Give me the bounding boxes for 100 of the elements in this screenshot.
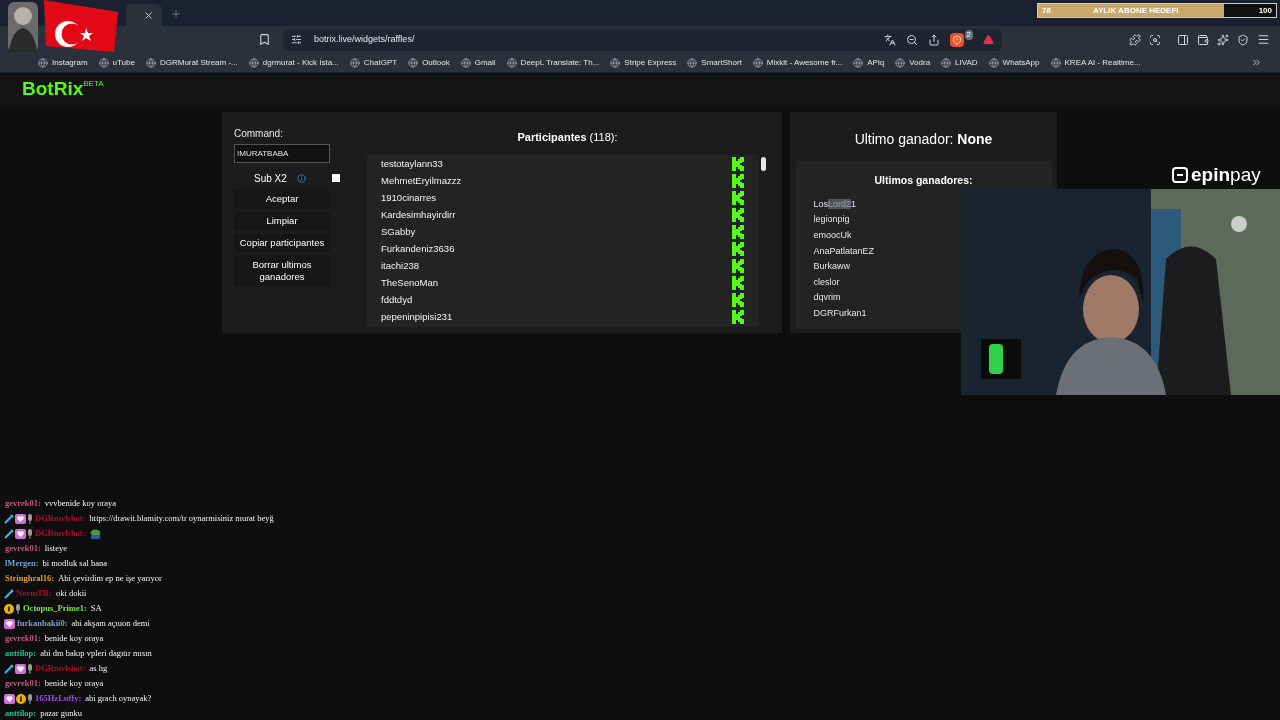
chat-message: SA (90, 602, 102, 615)
extensions-icon[interactable] (1129, 33, 1141, 46)
participant-name: Furkandeniz3636 (381, 243, 455, 255)
bookmark-favicon-icon (408, 57, 419, 68)
winner-name: cleslor (813, 275, 841, 289)
bookmark-link[interactable]: Instagram (52, 56, 88, 69)
chat-message: https://drawit.blamity.com/tr oynarmisiniz murat beyğ (89, 512, 274, 525)
bookmark-favicon-icon (349, 57, 360, 68)
bookmark-favicon-icon (687, 57, 698, 68)
app-logo[interactable]: BotRix (22, 74, 84, 104)
bookmark-link[interactable]: APiq (867, 56, 885, 69)
action-button[interactable]: Aceptar (234, 190, 330, 208)
bookmark-link[interactable]: DGRMurat Stream -... (159, 56, 238, 69)
chat-username[interactable]: gevrek01: (5, 677, 41, 690)
kick-icon (732, 293, 745, 307)
bookmark-link[interactable]: Gmail (474, 56, 496, 69)
command-label: Command: (234, 127, 284, 141)
participants-title: Participantes (118): (517, 130, 618, 145)
bookmark-favicon-icon (941, 57, 952, 68)
goal-target: 100 (1258, 4, 1272, 17)
vpn-icon[interactable] (1237, 33, 1249, 46)
chat-message: abi akşam açıuon demi (71, 617, 150, 630)
chat-message: benide koy oraya (44, 677, 104, 690)
goal-label: AYLIK ABONE HEDEFI (1092, 4, 1179, 17)
sub-x2-label: Sub X2 (254, 171, 287, 186)
bookmark-link[interactable]: ChatGPT (363, 56, 398, 69)
bookmark-link[interactable]: Stripe Express (624, 56, 677, 69)
chat-username[interactable]: 165HzLuffy: (35, 692, 82, 705)
chat-message: vvvbenide koy oraya (44, 497, 117, 510)
bookmark-link[interactable]: KREA AI - Realtime... (1064, 56, 1141, 69)
bookmark-icon[interactable] (258, 33, 271, 46)
menu-icon[interactable] (1257, 33, 1270, 46)
new-tab-icon[interactable] (170, 8, 182, 20)
chat-message: as hg (89, 662, 108, 675)
bookmark-favicon-icon (895, 57, 906, 68)
chat-message: listeye (44, 542, 67, 555)
bookmark-link[interactable]: uTube (112, 56, 135, 69)
bookmark-link[interactable]: Outlook (422, 56, 450, 69)
chat-message: pazar gunku (40, 707, 82, 720)
participant-name: itachi238 (381, 260, 420, 272)
zoom-out-icon[interactable] (905, 33, 918, 46)
chat-username[interactable]: gevrek01: (5, 542, 41, 555)
bookmark-link[interactable]: SmartShort (701, 56, 742, 69)
kick-icon (732, 191, 745, 205)
bookmark-link[interactable]: LIVAD (955, 56, 978, 69)
bookmark-link[interactable]: Vodra (909, 56, 931, 69)
bookmark-favicon-icon (610, 57, 621, 68)
bookmark-link[interactable]: WhatsApp (1002, 56, 1040, 69)
bookmark-favicon-icon (38, 57, 48, 68)
chat-username[interactable]: lMergen: (5, 557, 39, 570)
bookmark-favicon-icon (988, 57, 999, 68)
sponsor-logo-icon (1172, 167, 1188, 183)
bookmark-favicon-icon (853, 57, 864, 68)
kick-icon (732, 225, 745, 239)
more-bookmarks-icon[interactable] (1251, 57, 1262, 68)
kick-icon (732, 276, 745, 290)
chat-message: abi grach oynayak? (85, 692, 152, 705)
participant-name: TheSenoMan (381, 277, 439, 289)
chat-username[interactable]: gevrek01: (5, 632, 41, 645)
bookmark-favicon-icon (506, 57, 517, 68)
translate-icon[interactable] (883, 33, 896, 46)
action-button[interactable]: Copiar participantes (234, 234, 330, 252)
beta-tag: BETA (83, 78, 104, 90)
sparkles-icon[interactable] (1217, 33, 1229, 46)
chat-username[interactable]: anttilop: (5, 707, 37, 720)
triangle-icon[interactable] (983, 34, 994, 45)
site-settings-icon[interactable] (291, 34, 302, 45)
info-icon[interactable] (296, 173, 306, 183)
bookmark-link[interactable]: dgrmurat - Kick İsta... (262, 56, 339, 69)
participant-name: testotaylann33 (381, 158, 443, 170)
chat-username[interactable]: Octopus_Prime1: (23, 602, 87, 615)
chat-username[interactable]: Stringhral16: (5, 572, 55, 585)
chat-message: benide koy oraya (44, 632, 104, 645)
bookmark-link[interactable]: DeepL Translate: Th... (520, 56, 600, 69)
scan-icon[interactable] (1149, 33, 1161, 46)
shield-count: 2 (964, 29, 973, 40)
address-bar[interactable]: botrix.live/widgets/raffles/ 2 (283, 28, 1002, 51)
shield-button[interactable] (949, 32, 964, 47)
chat-message: bi modluk sal bana (42, 557, 107, 570)
kick-icon (732, 242, 745, 256)
participant-name: MehmetEryilmazzz (381, 175, 462, 187)
wallet-icon[interactable] (1197, 33, 1209, 46)
close-icon[interactable] (143, 9, 154, 21)
action-button[interactable]: Limpiar (234, 212, 330, 230)
share-icon[interactable] (927, 33, 940, 46)
chat-message: abi dm bakıp vpleri dagıtır mısın (40, 647, 152, 660)
winner-name: DGRFurkan1 (813, 306, 868, 320)
sidebar-icon[interactable] (1177, 33, 1189, 46)
winners-title: Ultimos ganadores: (873, 173, 974, 188)
action-button[interactable]: Borrar ultimos ganadores (234, 256, 330, 286)
chat-username[interactable]: gevrek01: (5, 497, 41, 510)
chat-username[interactable]: furkanbakii0: (17, 617, 68, 630)
winner-name: AnaPatlatanEZ (813, 244, 876, 258)
bookmark-link[interactable]: Mixkit - Awesome fr... (766, 56, 843, 69)
chat-username[interactable]: anttilop: (5, 647, 37, 660)
winner-name: Burkaww (813, 260, 851, 274)
kick-icon (732, 157, 745, 171)
sub-x2-checkbox[interactable] (331, 174, 340, 182)
bookmark-favicon-icon (145, 57, 156, 68)
command-field[interactable]: !MURATBABA (234, 144, 330, 163)
